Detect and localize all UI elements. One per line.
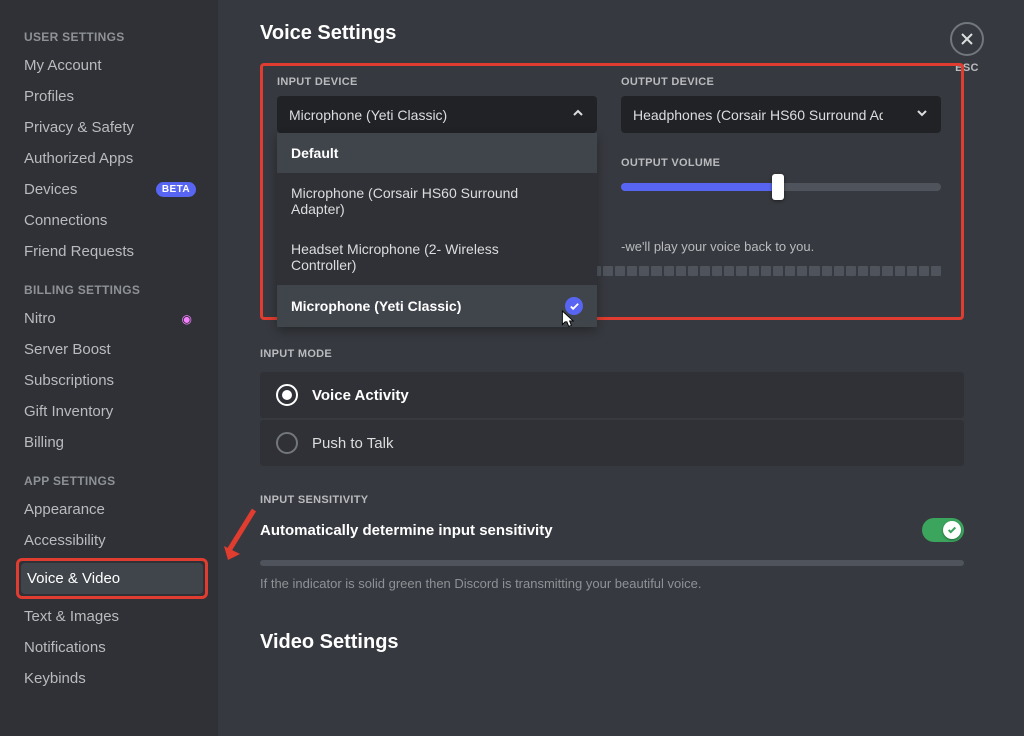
input-mode-group: Voice Activity Push to Talk [260, 372, 964, 466]
sidebar-item-gift-inventory[interactable]: Gift Inventory [18, 396, 206, 427]
input-device-value: Microphone (Yeti Classic) [289, 107, 447, 123]
radio-push-to-talk[interactable]: Push to Talk [260, 420, 964, 466]
dropdown-option-headset[interactable]: Headset Microphone (2- Wireless Controll… [277, 229, 597, 285]
check-icon [947, 525, 957, 535]
sidebar-item-accessibility[interactable]: Accessibility [18, 525, 206, 556]
input-device-label: INPUT DEVICE [277, 76, 597, 88]
sensitivity-note: If the indicator is solid green then Dis… [260, 576, 964, 591]
input-device-dropdown: Default Microphone (Corsair HS60 Surrou… [277, 133, 597, 327]
output-device-label: OUTPUT DEVICE [621, 76, 941, 88]
radio-voice-activity[interactable]: Voice Activity [260, 372, 964, 418]
annotation-highlight-sidebar: Voice & Video [16, 558, 208, 599]
sidebar-item-server-boost[interactable]: Server Boost [18, 334, 206, 365]
radio-icon [276, 384, 298, 406]
sidebar-item-text-images[interactable]: Text & Images [18, 601, 206, 632]
nitro-badge-icon: ◉ [182, 312, 192, 326]
sidebar-item-friend-requests[interactable]: Friend Requests [18, 236, 206, 267]
close-button[interactable] [950, 22, 984, 56]
output-volume-label: OUTPUT VOLUME [621, 157, 941, 169]
sidebar-item-subscriptions[interactable]: Subscriptions [18, 365, 206, 396]
chevron-up-icon [571, 106, 585, 123]
input-mode-label: INPUT MODE [260, 348, 994, 360]
output-device-select[interactable]: Headphones (Corsair HS60 Surround Adapt… [621, 96, 941, 133]
chevron-down-icon [915, 106, 929, 123]
auto-sensitivity-title: Automatically determine input sensitivit… [260, 522, 553, 539]
check-icon [565, 297, 583, 315]
dropdown-option-default[interactable]: Default [277, 133, 597, 173]
radio-label: Voice Activity [312, 387, 409, 404]
sidebar-item-authorized-apps[interactable]: Authorized Apps [18, 143, 206, 174]
page-title: Voice Settings [260, 22, 994, 45]
video-settings-title: Video Settings [260, 631, 994, 654]
input-device-select[interactable]: Microphone (Yeti Classic) Default Microp… [277, 96, 597, 133]
input-sensitivity-label: INPUT SENSITIVITY [260, 494, 994, 506]
sidebar-item-profiles[interactable]: Profiles [18, 81, 206, 112]
beta-badge: BETA [156, 182, 196, 197]
radio-label: Push to Talk [312, 435, 393, 452]
sidebar-item-privacy[interactable]: Privacy & Safety [18, 112, 206, 143]
section-header-app: APP SETTINGS [24, 474, 218, 488]
dropdown-option-yeti[interactable]: Microphone (Yeti Classic) [277, 285, 597, 327]
close-icon [959, 31, 975, 47]
slider-fill [621, 183, 778, 191]
sidebar-item-appearance[interactable]: Appearance [18, 494, 206, 525]
annotation-highlight-devices: INPUT DEVICE Microphone (Yeti Classic) D… [260, 63, 964, 320]
auto-sensitivity-toggle[interactable] [922, 518, 964, 542]
dropdown-option-corsair[interactable]: Microphone (Corsair HS60 Surround Adapt… [277, 173, 597, 229]
sidebar-item-my-account[interactable]: My Account [18, 50, 206, 81]
sidebar-item-connections[interactable]: Connections [18, 205, 206, 236]
sidebar-item-voice-video[interactable]: Voice & Video [21, 563, 203, 594]
sidebar-item-nitro[interactable]: Nitro◉ [18, 303, 206, 334]
sidebar-item-devices[interactable]: DevicesBETA [18, 174, 206, 205]
section-header-billing: BILLING SETTINGS [24, 283, 218, 297]
sidebar-item-notifications[interactable]: Notifications [18, 632, 206, 663]
sidebar-item-billing[interactable]: Billing [18, 427, 206, 458]
settings-main: Voice Settings ESC INPUT DEVICE Micropho… [218, 0, 1024, 736]
sidebar-item-keybinds[interactable]: Keybinds [18, 663, 206, 694]
sensitivity-meter [260, 560, 964, 566]
radio-icon [276, 432, 298, 454]
output-volume-slider[interactable] [621, 183, 941, 191]
settings-sidebar: USER SETTINGS My Account Profiles Privac… [0, 0, 218, 736]
slider-thumb[interactable] [772, 174, 784, 200]
section-header-user: USER SETTINGS [24, 30, 218, 44]
output-device-value: Headphones (Corsair HS60 Surround Adapt… [633, 107, 883, 123]
mic-test-text: -we'll play your voice back to you. [621, 239, 941, 254]
